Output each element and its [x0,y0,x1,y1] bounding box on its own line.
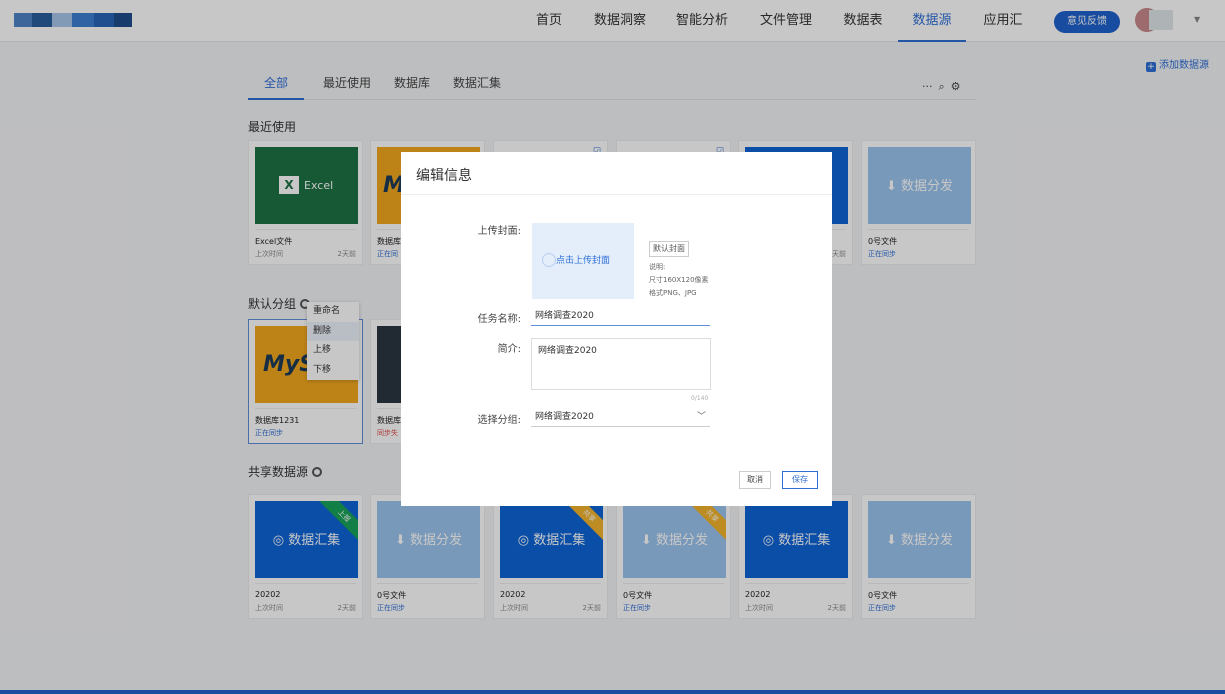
group-label: 选择分组: [477,415,521,426]
intro-textarea[interactable]: 网络调查2020 [531,338,711,390]
upload-icon [542,253,556,267]
cover-note: 说明: [649,263,666,271]
chevron-down-icon: ﹀ [696,412,706,422]
char-count: 0/140 [691,395,709,402]
group-select[interactable]: 网络调查2020 ﹀ [531,407,710,427]
cover-note-size: 尺寸160X120像素 [649,276,709,284]
save-button[interactable]: 保存 [782,471,818,489]
edit-info-dialog: 编辑信息 上传封面: 点击上传封面 默认封面 说明: 尺寸160X120像素 格… [401,152,832,506]
task-name-label: 任务名称: [477,314,521,325]
upload-cover-label: 上传封面: [477,226,521,237]
task-name-input[interactable]: 网络调查2020 [531,306,710,326]
upload-cover-area[interactable]: 点击上传封面 [532,223,634,299]
cancel-button[interactable]: 取消 [739,471,771,489]
dialog-title: 编辑信息 [416,168,472,184]
default-cover-button[interactable]: 默认封面 [649,241,689,257]
intro-label: 简介: [497,344,521,355]
cover-note-format: 格式PNG、JPG [649,289,697,297]
